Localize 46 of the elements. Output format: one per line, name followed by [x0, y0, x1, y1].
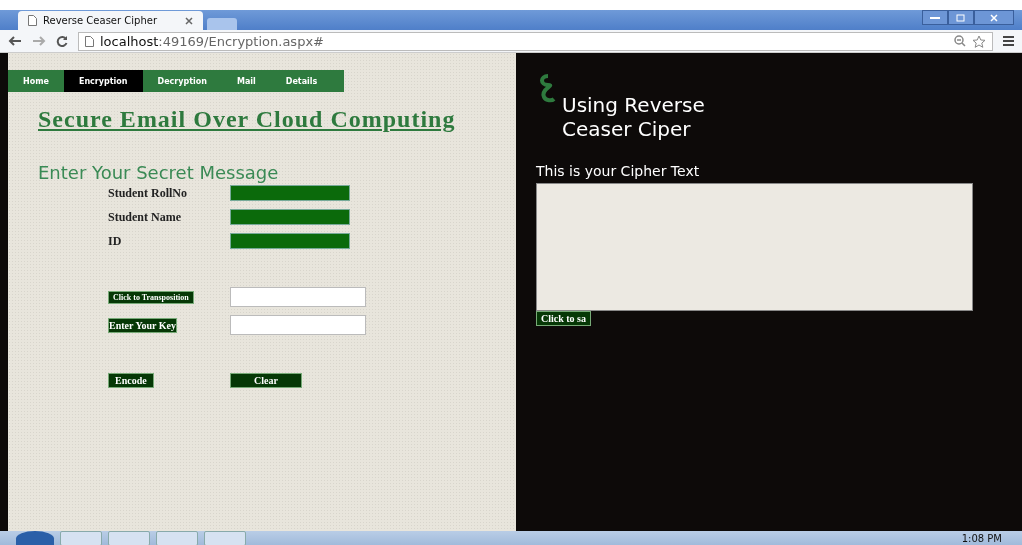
back-icon[interactable] [8, 36, 22, 46]
restore-icon [956, 13, 966, 22]
page-icon [85, 35, 94, 47]
close-icon [990, 13, 998, 22]
page-heading: Secure Email Over Cloud Computing [38, 105, 457, 134]
close-icon[interactable] [185, 16, 193, 25]
star-icon[interactable] [972, 34, 986, 48]
cipher-text-area[interactable] [536, 183, 973, 311]
form-title: Enter Your Secret Message [38, 162, 280, 183]
nav-tab[interactable]: Details [270, 70, 333, 92]
taskbar-icon[interactable] [156, 531, 198, 545]
cipher-label: This is your Cipher Text [536, 163, 701, 179]
field-label: Student RollNo [108, 185, 188, 201]
save-button[interactable]: Click to sa [536, 311, 591, 326]
reload-icon[interactable] [56, 35, 68, 47]
key-field[interactable] [230, 315, 366, 335]
taskbar-icon[interactable] [60, 531, 102, 545]
start-button[interactable] [16, 531, 54, 545]
address-field[interactable]: localhost:49169/Encryption.aspx# [78, 31, 993, 51]
page-icon [28, 15, 37, 26]
zoom-icon[interactable] [954, 35, 966, 47]
clock: 1:08 PM [961, 533, 1002, 544]
input-field[interactable] [230, 209, 350, 225]
input-field[interactable] [230, 233, 350, 249]
browser-tab[interactable]: Reverse Ceaser Cipher [18, 11, 203, 30]
nav-tab[interactable]: Home [8, 70, 64, 92]
nav-tab[interactable]: Mail [221, 70, 271, 92]
key-button[interactable]: Enter Your Key [108, 317, 178, 333]
nav-tab[interactable]: Decryption [142, 70, 222, 92]
input-field[interactable] [230, 185, 350, 201]
taskbar-icon[interactable] [108, 531, 150, 545]
transposition-button[interactable]: Click to Transposition [108, 290, 194, 304]
tab-title: Reverse Ceaser Cipher [43, 15, 158, 26]
encode-button[interactable]: Encode [108, 373, 154, 388]
field-label: ID [108, 233, 123, 249]
field-label: Student Name [108, 209, 182, 225]
nav-tab[interactable]: Encryption [63, 70, 143, 92]
minimize-button[interactable] [922, 10, 948, 25]
taskbar-icon[interactable] [204, 531, 246, 545]
forward-icon[interactable] [32, 36, 46, 46]
restore-button[interactable] [948, 10, 974, 25]
clear-button[interactable]: Clear [230, 373, 302, 388]
close-button[interactable] [974, 10, 1014, 25]
menu-icon[interactable] [1003, 36, 1014, 46]
input-field[interactable] [230, 287, 366, 307]
side-title: Using Reverse Ceaser Ciper [562, 93, 706, 141]
